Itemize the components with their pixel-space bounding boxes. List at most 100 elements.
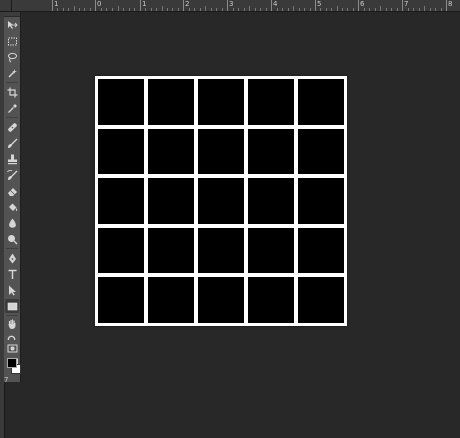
spot-healing-tool[interactable]	[5, 120, 19, 134]
grid-square	[198, 128, 244, 175]
quick-mask-button[interactable]	[5, 341, 19, 355]
lasso-tool[interactable]	[5, 50, 19, 64]
ruler-minor-tick	[260, 8, 261, 11]
ruler-label: 7	[404, 0, 409, 8]
ruler-minor-tick	[429, 8, 431, 11]
grid-square	[298, 178, 344, 224]
dodge-tool[interactable]	[5, 232, 19, 246]
ruler-minor-tick	[298, 8, 300, 11]
crop-tool[interactable]	[5, 85, 19, 99]
black-square-grid	[98, 79, 344, 323]
ruler-minor-tick	[161, 6, 163, 11]
ruler-label: 1	[54, 0, 59, 8]
rectangle-tool[interactable]	[5, 299, 19, 313]
grid-square	[98, 79, 144, 125]
history-brush-tool-icon	[6, 169, 17, 180]
grid-square	[248, 277, 294, 323]
marquee-tool[interactable]	[5, 34, 19, 48]
blur-tool[interactable]	[5, 216, 19, 230]
ruler-minor-tick	[134, 8, 136, 11]
ruler-minor-tick	[374, 8, 376, 11]
ruler-minor-tick	[123, 8, 125, 11]
ruler-minor-tick	[304, 8, 305, 11]
type-tool-icon	[8, 269, 16, 279]
ruler-minor-tick	[73, 6, 75, 11]
ruler-minor-tick	[100, 8, 102, 11]
ruler-minor-tick	[199, 8, 201, 11]
crop-tool-icon	[7, 87, 17, 97]
pen-tool[interactable]	[5, 251, 19, 265]
grid-square	[148, 128, 194, 175]
ruler-minor-tick	[282, 8, 283, 11]
ruler-minor-tick	[336, 6, 338, 11]
ruler-label: 8	[448, 0, 453, 8]
ruler-minor-tick	[325, 8, 327, 11]
grid-square	[298, 128, 344, 175]
grid-square	[148, 227, 194, 274]
ruler-minor-tick	[111, 8, 113, 11]
document-canvas[interactable]	[95, 76, 347, 326]
ruler-minor-tick	[380, 6, 381, 11]
ruler-minor-tick	[385, 8, 387, 11]
grid-square	[98, 178, 144, 224]
tools-panel-grip[interactable]	[4, 12, 20, 17]
eraser-tool[interactable]	[5, 184, 19, 198]
grid-square	[298, 79, 344, 125]
ruler-tick	[402, 0, 403, 11]
ruler-minor-tick	[216, 8, 217, 11]
quick-mask-icon	[7, 344, 17, 352]
type-tool[interactable]	[5, 267, 19, 281]
ruler-minor-tick	[347, 8, 349, 11]
eraser-tool-icon	[7, 187, 17, 196]
ruler-minor-tick	[320, 8, 322, 11]
ruler-minor-tick	[287, 8, 289, 11]
ruler-label: 5	[317, 0, 322, 8]
lasso-tool-icon	[7, 52, 17, 62]
eyedropper-tool[interactable]	[5, 101, 19, 115]
brush-tool[interactable]	[5, 136, 19, 150]
ruler-minor-tick	[309, 8, 311, 11]
move-tool[interactable]	[5, 18, 19, 32]
foreground-color-swatch[interactable]	[7, 358, 17, 368]
grid-square	[198, 79, 244, 125]
ruler-tick	[183, 0, 184, 11]
path-selection-tool-icon	[8, 285, 16, 295]
history-brush-tool[interactable]	[5, 168, 19, 182]
ruler-minor-tick	[249, 6, 250, 11]
ruler-minor-tick	[194, 8, 195, 11]
ruler-minor-tick	[352, 8, 354, 11]
grid-square	[198, 227, 244, 274]
grid-square	[148, 277, 194, 323]
ruler-origin[interactable]	[0, 0, 12, 12]
blur-tool-icon	[8, 218, 16, 228]
ruler-minor-tick	[166, 8, 168, 11]
quick-selection-tool[interactable]	[5, 66, 19, 80]
ruler-tick	[271, 0, 272, 11]
rectangle-tool-icon	[7, 302, 17, 310]
paint-bucket-tool-icon	[8, 203, 17, 211]
paint-bucket-tool[interactable]	[5, 200, 19, 214]
ruler-label: 2	[185, 0, 190, 8]
grid-square	[98, 128, 144, 175]
ruler-minor-tick	[265, 8, 267, 11]
ruler-minor-tick	[391, 8, 392, 11]
tools-separator	[6, 117, 18, 118]
ruler-label: 4	[273, 0, 278, 8]
grid-square	[248, 79, 294, 125]
clone-stamp-tool[interactable]	[5, 152, 19, 166]
ruler-minor-tick	[106, 8, 108, 11]
path-selection-tool[interactable]	[5, 283, 19, 297]
ruler-tick	[140, 0, 141, 11]
ruler-label: 7	[4, 376, 9, 384]
ruler-minor-tick	[276, 8, 278, 11]
horizontal-ruler[interactable]: 1 0 1 2 3 4 5 6 7 8	[0, 0, 460, 12]
ruler-label: 3	[229, 0, 234, 8]
ruler-minor-tick	[128, 8, 130, 11]
ruler-tick	[315, 0, 316, 11]
ruler-tick	[227, 0, 228, 11]
tools-separator	[6, 315, 18, 316]
hand-tool[interactable]	[5, 317, 19, 331]
ruler-label: 6	[360, 0, 365, 8]
dodge-tool-icon	[7, 234, 17, 244]
grid-square	[198, 277, 244, 323]
